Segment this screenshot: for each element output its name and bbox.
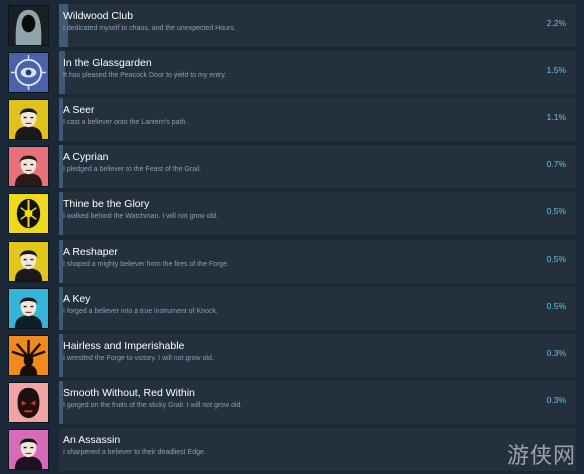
- unlock-percentage: 0.3%: [546, 395, 566, 405]
- achievement-description: I pledged a believer to the Feast of the…: [63, 166, 202, 173]
- achievement-row[interactable]: A Reshaper I shaped a mighty believer fro…: [8, 240, 576, 283]
- achievement-title: A Cyprian: [63, 151, 109, 163]
- achievement-title: Thine be the Glory: [63, 198, 150, 210]
- unlock-percentage: 0.5%: [546, 206, 566, 216]
- unlock-percentage: 0.5%: [546, 301, 566, 311]
- achievement-description: I cast a believer onto the Lantern's pat…: [63, 119, 188, 126]
- achievement-row[interactable]: Thine be the Glory I walked behind the Wa…: [8, 192, 576, 235]
- achievement-description: It has pleased the Peacock Door to yield…: [63, 72, 227, 79]
- unlock-percentage: 0.3%: [546, 348, 566, 358]
- achievement-description: I dedicated myself to chaos, and the une…: [63, 25, 236, 32]
- achievement-description: I wrestled the Forge to victory. I will …: [63, 355, 214, 362]
- achievement-title: An Assassin: [63, 434, 121, 446]
- achievement-list: Wildwood Club I dedicated myself to chaos…: [0, 0, 584, 474]
- achievement-title: Hairless and Imperishable: [63, 340, 185, 352]
- achievement-title: A Seer: [63, 104, 95, 116]
- seer-portrait-icon: [8, 99, 49, 140]
- achievement-description: I gorged on the fruits of the sticky Gra…: [63, 402, 243, 409]
- achievement-row[interactable]: Wildwood Club I dedicated myself to chaos…: [8, 4, 576, 47]
- achievement-progress-bar: Smooth Without, Red Within I gorged on th…: [59, 381, 576, 424]
- grail-mask-icon: [8, 382, 49, 423]
- forge-sun-icon: [8, 335, 49, 376]
- key-portrait-icon: [8, 288, 49, 329]
- peacock-eye-icon: [8, 52, 49, 93]
- achievement-progress-bar: A Cyprian I pledged a believer to the Fea…: [59, 145, 576, 188]
- unlock-percentage: 0.5%: [546, 254, 566, 264]
- watchman-emblem-icon: [8, 193, 49, 234]
- achievement-progress-bar: Hairless and Imperishable I wrestled the …: [59, 334, 576, 377]
- achievement-description: I shaped a mighty believer from the fire…: [63, 261, 230, 268]
- achievement-description: I sharpened a believer to their deadlies…: [63, 449, 206, 456]
- achievement-description: I walked behind the Watchman. I will not…: [63, 213, 218, 220]
- achievement-title: A Reshaper: [63, 246, 118, 258]
- unlock-percentage: 1.5%: [546, 65, 566, 75]
- assassin-portrait-icon: [8, 429, 49, 470]
- achievement-progress-bar: A Key I forged a believer into a true ins…: [59, 287, 576, 330]
- achievement-progress-bar: Wildwood Club I dedicated myself to chaos…: [59, 4, 576, 47]
- achievement-progress-bar: In the Glassgarden It has pleased the Pea…: [59, 51, 576, 94]
- watermark: 游侠网: [506, 444, 576, 469]
- unlock-percentage: 0.7%: [546, 159, 566, 169]
- achievement-row[interactable]: An Assassin I sharpened a believer to the…: [8, 428, 576, 471]
- achievement-progress-bar: Thine be the Glory I walked behind the Wa…: [59, 192, 576, 235]
- achievement-title: Wildwood Club: [63, 10, 134, 22]
- achievement-row[interactable]: A Key I forged a believer into a true ins…: [8, 287, 576, 330]
- achievement-title: Smooth Without, Red Within: [63, 387, 195, 399]
- unlock-percentage: 1.1%: [546, 112, 566, 122]
- achievement-title: In the Glassgarden: [63, 57, 152, 69]
- achievement-progress-bar: A Seer I cast a believer onto the Lantern…: [59, 98, 576, 141]
- cyprian-portrait-icon: [8, 146, 49, 187]
- achievement-row[interactable]: A Cyprian I pledged a believer to the Fea…: [8, 145, 576, 188]
- achievement-title: A Key: [63, 293, 91, 305]
- achievement-progress-bar: A Reshaper I shaped a mighty believer fro…: [59, 240, 576, 283]
- achievement-progress-bar: An Assassin I sharpened a believer to the…: [59, 428, 576, 471]
- achievement-row[interactable]: A Seer I cast a believer onto the Lantern…: [8, 98, 576, 141]
- achievement-description: I forged a believer into a true instrume…: [63, 308, 218, 315]
- achievement-row[interactable]: Hairless and Imperishable I wrestled the …: [8, 334, 576, 377]
- reshaper-portrait-icon: [8, 241, 49, 282]
- hooded-figure-icon: [8, 5, 49, 46]
- achievement-row[interactable]: Smooth Without, Red Within I gorged on th…: [8, 381, 576, 424]
- unlock-percentage: 2.2%: [546, 18, 566, 28]
- achievement-row[interactable]: In the Glassgarden It has pleased the Pea…: [8, 51, 576, 94]
